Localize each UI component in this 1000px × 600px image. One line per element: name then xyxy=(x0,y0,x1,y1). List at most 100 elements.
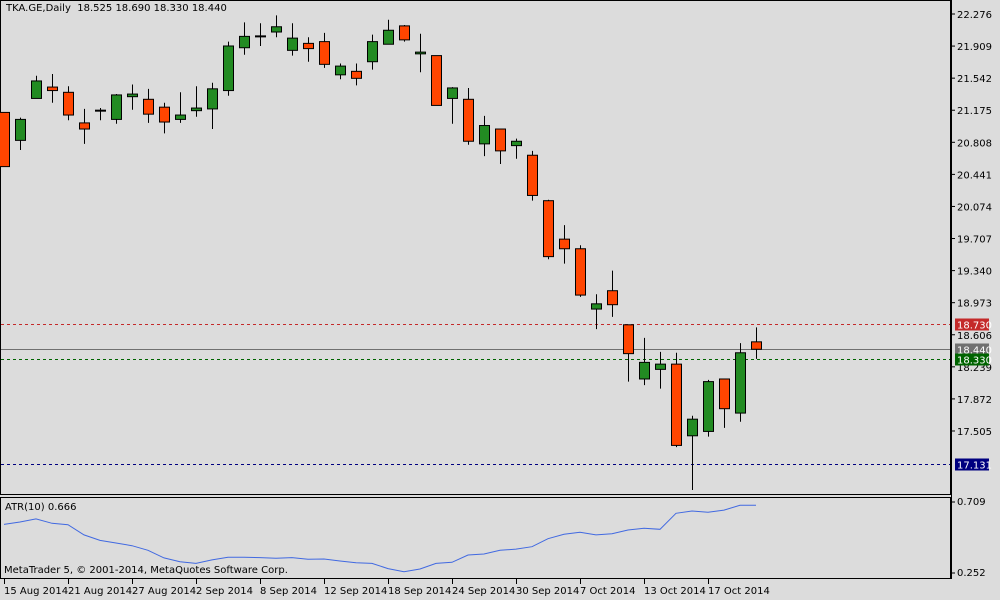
price-tick-label: 22.276 xyxy=(957,10,992,21)
price-tick-label: 21.542 xyxy=(957,74,992,85)
candle[interactable] xyxy=(0,111,10,168)
candle-body-bull xyxy=(383,29,394,45)
candle[interactable] xyxy=(111,94,122,124)
candle[interactable] xyxy=(527,150,538,201)
candle[interactable] xyxy=(143,88,154,123)
candle[interactable] xyxy=(671,352,682,448)
candle[interactable] xyxy=(415,33,426,73)
candle[interactable] xyxy=(431,55,442,106)
time-tick-label: 27 Aug 2014 xyxy=(132,586,196,597)
candle-body-bull xyxy=(639,361,650,380)
candle[interactable] xyxy=(559,225,570,264)
price-tick-label: 20.808 xyxy=(957,138,992,149)
candle[interactable] xyxy=(719,378,730,428)
candle-body-bull xyxy=(415,51,426,55)
time-tick-label: 13 Oct 2014 xyxy=(644,586,706,597)
candle[interactable] xyxy=(447,87,458,124)
candle[interactable] xyxy=(127,84,138,110)
candle[interactable] xyxy=(223,41,234,96)
candle[interactable] xyxy=(623,324,634,382)
candle[interactable] xyxy=(655,351,666,389)
candle-body-bear xyxy=(607,290,618,306)
time-tick-label: 15 Aug 2014 xyxy=(4,586,68,597)
candle[interactable] xyxy=(367,34,378,70)
candle-body-bear xyxy=(47,86,58,92)
candle[interactable] xyxy=(479,115,490,157)
candle[interactable] xyxy=(239,22,250,55)
candles-group xyxy=(0,15,762,573)
candle-body-bull xyxy=(447,87,458,99)
candle[interactable] xyxy=(255,23,266,46)
candle-body-bull xyxy=(703,381,714,432)
candle-body-bull xyxy=(367,41,378,63)
candle-body-bull xyxy=(223,45,234,92)
candle[interactable] xyxy=(463,87,474,145)
candle[interactable] xyxy=(575,245,586,297)
candle[interactable] xyxy=(735,343,746,422)
candle[interactable] xyxy=(639,337,650,386)
candle-body-bull xyxy=(191,107,202,112)
symbol-header: TKA.GE,Daily 18.525 18.690 18.330 18.440 xyxy=(6,3,227,14)
candle-body-bear xyxy=(351,70,362,79)
candle[interactable] xyxy=(15,117,26,150)
candle-body-bull xyxy=(175,114,186,120)
candle[interactable] xyxy=(543,199,554,260)
candle[interactable] xyxy=(703,379,714,437)
candle-body-bull xyxy=(335,65,346,76)
chart-canvas[interactable]: 22.276 21.909 21.542 21.175 20.808 20.441 20.0… xyxy=(0,0,1000,600)
candle[interactable] xyxy=(287,23,298,56)
candle-body-bull xyxy=(239,35,250,49)
candle[interactable] xyxy=(751,327,762,359)
candle[interactable] xyxy=(207,82,218,130)
candle-body-bull xyxy=(31,80,42,99)
candle[interactable] xyxy=(303,37,314,62)
price-tick-label: 20.441 xyxy=(957,170,992,181)
main-plot-frame xyxy=(0,0,951,495)
candle[interactable] xyxy=(63,86,74,121)
price-tick-label: 18.606 xyxy=(957,331,992,342)
atr-line xyxy=(3,504,756,573)
candle[interactable] xyxy=(511,138,522,159)
price-tick-label: 17.505 xyxy=(957,427,992,438)
candle-body-bear xyxy=(623,324,634,355)
candle[interactable] xyxy=(271,15,282,38)
candle[interactable] xyxy=(191,86,202,117)
candle-body-bear xyxy=(671,363,682,446)
candle[interactable] xyxy=(95,108,106,121)
candle-body-bull xyxy=(591,303,602,310)
candle[interactable] xyxy=(687,415,698,490)
candle[interactable] xyxy=(79,108,90,144)
candle-body-bull xyxy=(15,118,26,141)
candle[interactable] xyxy=(591,294,602,330)
candle-body-bear xyxy=(303,42,314,50)
candle-body-bear xyxy=(527,154,538,196)
ask-price-label: 18.730 xyxy=(957,321,992,332)
candle-body-bear xyxy=(559,238,570,250)
candle[interactable] xyxy=(399,25,410,42)
time-tick-label: 2 Sep 2014 xyxy=(196,586,253,597)
atr-axis-min: 0.252 xyxy=(957,568,986,579)
candle-body-bear xyxy=(495,128,506,152)
candle-body-bull xyxy=(287,37,298,51)
candle[interactable] xyxy=(607,270,618,317)
candle[interactable] xyxy=(495,128,506,164)
candle[interactable] xyxy=(159,102,170,134)
candle[interactable] xyxy=(175,92,186,123)
time-tick-label: 8 Sep 2014 xyxy=(260,586,317,597)
ohlc-close: 18.440 xyxy=(191,3,227,14)
candle[interactable] xyxy=(383,19,394,45)
candle[interactable] xyxy=(31,75,42,99)
candle-body-bear xyxy=(143,98,154,115)
candle[interactable] xyxy=(319,32,330,68)
time-tick-label: 12 Sep 2014 xyxy=(324,586,387,597)
candle-body-bear xyxy=(79,122,90,130)
ohlc-high: 18.690 xyxy=(115,3,151,14)
candle[interactable] xyxy=(47,73,58,103)
candle-body-bull xyxy=(111,94,122,120)
time-tick-label: 30 Sep 2014 xyxy=(516,586,579,597)
candle[interactable] xyxy=(335,63,346,80)
candle-body-bear xyxy=(319,41,330,65)
bid-price-label: 18.330 xyxy=(957,356,992,367)
candle[interactable] xyxy=(351,63,362,86)
atr-label: ATR(10) 0.666 xyxy=(5,502,77,513)
